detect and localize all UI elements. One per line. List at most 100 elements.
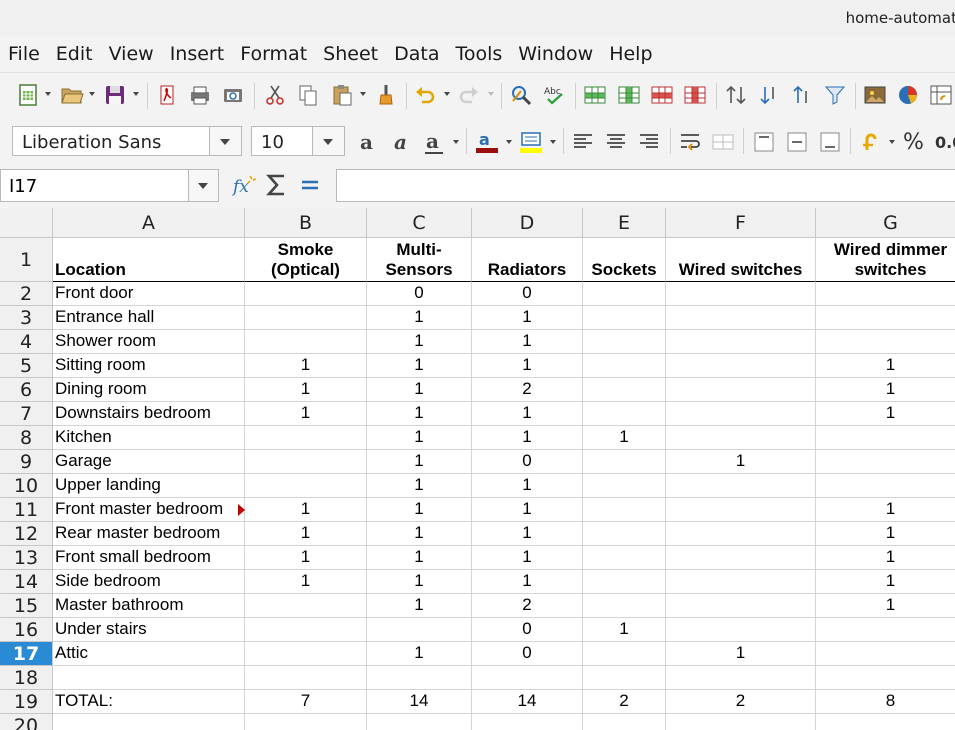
- cell-b9[interactable]: [245, 450, 367, 474]
- column-header-c[interactable]: C: [367, 208, 472, 238]
- sum-icon[interactable]: [264, 172, 290, 198]
- cell-f5[interactable]: [666, 354, 816, 378]
- cell-b16[interactable]: [245, 618, 367, 642]
- cell-g20[interactable]: [816, 714, 955, 730]
- cell-a8[interactable]: Kitchen: [53, 426, 245, 450]
- align-left-icon[interactable]: [571, 130, 595, 154]
- cell-c20[interactable]: [367, 714, 472, 730]
- cell-g12[interactable]: 1: [816, 522, 955, 546]
- new-dropdown-icon[interactable]: [45, 92, 51, 96]
- bold-icon[interactable]: a: [357, 130, 381, 154]
- cell-d14[interactable]: 1: [472, 570, 583, 594]
- row-header-6[interactable]: 6: [0, 378, 53, 402]
- cell-g11[interactable]: 1: [816, 498, 955, 522]
- autofilter-icon[interactable]: [823, 83, 847, 107]
- wrap-text-icon[interactable]: [678, 130, 702, 154]
- column-header-a[interactable]: A: [53, 208, 245, 238]
- cell-c16[interactable]: [367, 618, 472, 642]
- cell-f13[interactable]: [666, 546, 816, 570]
- cell-g13[interactable]: 1: [816, 546, 955, 570]
- cell-e20[interactable]: [583, 714, 666, 730]
- insert-rows-icon[interactable]: [583, 83, 607, 107]
- cell-c14[interactable]: 1: [367, 570, 472, 594]
- row-header-9[interactable]: 9: [0, 450, 53, 474]
- row-header-17[interactable]: 17: [0, 642, 53, 666]
- cell-d5[interactable]: 1: [472, 354, 583, 378]
- cell-c19[interactable]: 14: [367, 690, 472, 714]
- currency-format-icon[interactable]: [859, 130, 883, 154]
- font-color-dropdown-icon[interactable]: [506, 140, 512, 144]
- cell-a14[interactable]: Side bedroom: [53, 570, 245, 594]
- paste-dropdown-icon[interactable]: [360, 92, 366, 96]
- cell-d18[interactable]: [472, 666, 583, 690]
- insert-chart-icon[interactable]: [896, 83, 920, 107]
- cell-c7[interactable]: 1: [367, 402, 472, 426]
- underline-dropdown-icon[interactable]: [453, 140, 459, 144]
- cell-e18[interactable]: [583, 666, 666, 690]
- name-box[interactable]: I17: [0, 169, 219, 202]
- cell-b20[interactable]: [245, 714, 367, 730]
- cell-f11[interactable]: [666, 498, 816, 522]
- cell-c4[interactable]: 1: [367, 330, 472, 354]
- header-cell-g[interactable]: Wired dimmer switches: [816, 238, 955, 282]
- cell-g4[interactable]: [816, 330, 955, 354]
- row-header-19[interactable]: 19: [0, 690, 53, 714]
- cell-b7[interactable]: 1: [245, 402, 367, 426]
- cell-d19[interactable]: 14: [472, 690, 583, 714]
- cell-a10[interactable]: Upper landing: [53, 474, 245, 498]
- cell-f10[interactable]: [666, 474, 816, 498]
- row-header-14[interactable]: 14: [0, 570, 53, 594]
- cell-d8[interactable]: 1: [472, 426, 583, 450]
- delete-columns-icon[interactable]: [683, 83, 707, 107]
- cell-c17[interactable]: 1: [367, 642, 472, 666]
- cell-a9[interactable]: Garage: [53, 450, 245, 474]
- align-right-icon[interactable]: [637, 130, 661, 154]
- cell-f2[interactable]: [666, 282, 816, 306]
- cell-e3[interactable]: [583, 306, 666, 330]
- cell-f4[interactable]: [666, 330, 816, 354]
- clone-formatting-icon[interactable]: [374, 83, 398, 107]
- cell-e14[interactable]: [583, 570, 666, 594]
- function-wizard-icon[interactable]: fx: [231, 172, 257, 198]
- formula-equals-icon[interactable]: [297, 172, 323, 198]
- row-header-1[interactable]: 1: [0, 238, 53, 282]
- spelling-icon[interactable]: Abc: [543, 83, 567, 107]
- cell-d11[interactable]: 1: [472, 498, 583, 522]
- cell-a16[interactable]: Under stairs: [53, 618, 245, 642]
- print-preview-icon[interactable]: [221, 83, 245, 107]
- redo-icon[interactable]: [457, 83, 481, 107]
- cell-b10[interactable]: [245, 474, 367, 498]
- paste-icon[interactable]: [330, 83, 354, 107]
- pivot-table-icon[interactable]: [929, 83, 953, 107]
- cell-g14[interactable]: 1: [816, 570, 955, 594]
- row-header-3[interactable]: 3: [0, 306, 53, 330]
- cell-e8[interactable]: 1: [583, 426, 666, 450]
- cell-e17[interactable]: [583, 642, 666, 666]
- menu-tools[interactable]: Tools: [447, 43, 510, 65]
- open-folder-icon[interactable]: [60, 83, 84, 107]
- percent-format-button[interactable]: %: [903, 130, 924, 155]
- row-header-13[interactable]: 13: [0, 546, 53, 570]
- save-icon[interactable]: [103, 83, 127, 107]
- find-replace-icon[interactable]: [509, 83, 533, 107]
- menu-sheet[interactable]: Sheet: [315, 43, 386, 65]
- column-header-f[interactable]: F: [666, 208, 816, 238]
- sort-icon[interactable]: [724, 83, 748, 107]
- row-header-16[interactable]: 16: [0, 618, 53, 642]
- cell-a5[interactable]: Sitting room: [53, 354, 245, 378]
- print-icon[interactable]: [188, 83, 212, 107]
- header-cell-b[interactable]: Smoke (Optical): [245, 238, 367, 282]
- cell-e6[interactable]: [583, 378, 666, 402]
- cell-f19[interactable]: 2: [666, 690, 816, 714]
- open-dropdown-icon[interactable]: [89, 92, 95, 96]
- cell-c15[interactable]: 1: [367, 594, 472, 618]
- cell-g17[interactable]: [816, 642, 955, 666]
- menu-help[interactable]: Help: [601, 43, 660, 65]
- sort-ascending-icon[interactable]: [757, 83, 781, 107]
- cell-a2[interactable]: Front door: [53, 282, 245, 306]
- cell-f3[interactable]: [666, 306, 816, 330]
- cell-f16[interactable]: [666, 618, 816, 642]
- cell-d2[interactable]: 0: [472, 282, 583, 306]
- cell-a12[interactable]: Rear master bedroom: [53, 522, 245, 546]
- cell-d15[interactable]: 2: [472, 594, 583, 618]
